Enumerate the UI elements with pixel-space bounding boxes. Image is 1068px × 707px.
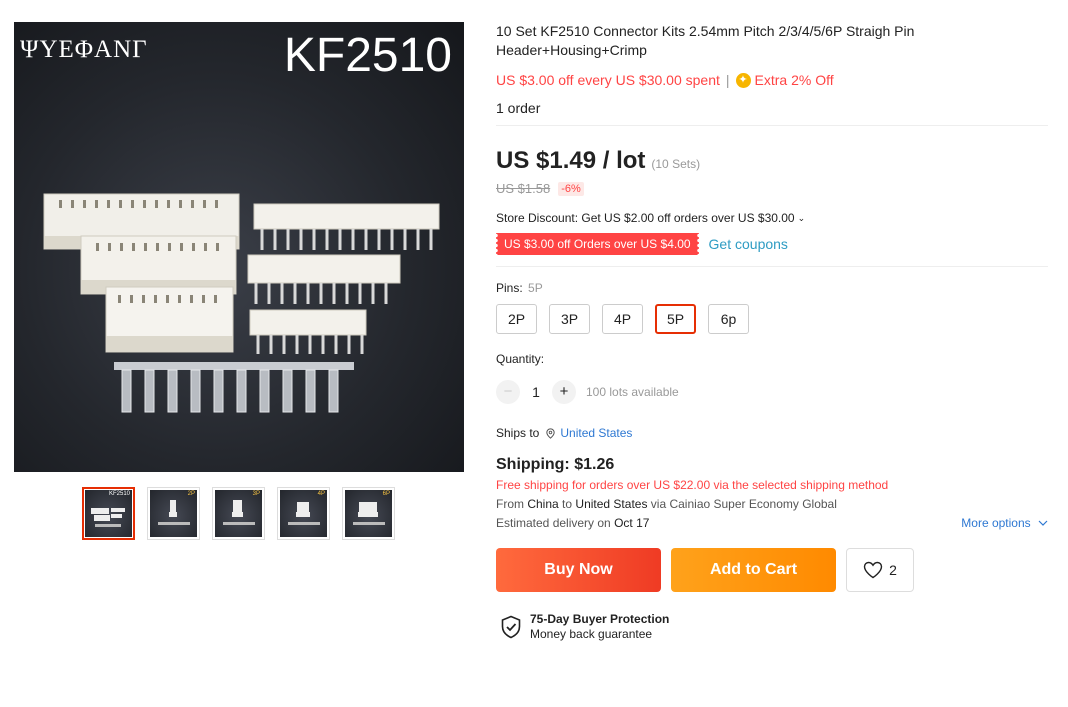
thumbnail-2[interactable]: 2P [147,487,200,540]
to-country: United States [575,497,648,511]
sku-label: Pins: [496,281,523,295]
sku-option-5p[interactable]: 5P [655,304,696,334]
promo-text[interactable]: US $3.00 off every US $30.00 spent [496,72,720,88]
promo-separator: | [725,72,730,88]
shipping-cost: Shipping: $1.26 [496,456,615,473]
more-options-label: More options [961,516,1031,530]
thumbnail-label: 6P [382,491,390,497]
get-coupons-link[interactable]: Get coupons [709,236,788,252]
quantity-value[interactable]: 1 [520,384,552,400]
sku-selected-value: 5P [528,281,543,295]
store-discount-text: Store Discount: Get US $2.00 off orders … [496,211,795,225]
sku-option-6p[interactable]: 6p [708,304,749,334]
sku-property-label: Pins: 5P [496,281,1048,295]
more-options-link[interactable]: More options [961,516,1048,530]
original-price-row: US $1.58 -6% [496,181,1048,196]
chevron-down-icon: ⌄ [797,212,806,223]
est-prefix: Estimated delivery on [496,516,611,530]
estimated-delivery: Estimated delivery on Oct 17 [496,516,649,530]
thumbnail-label: 3P [252,491,260,497]
original-price: US $1.58 [496,181,551,196]
sku-options: 2P 3P 4P 5P 6p [496,304,1048,334]
shipping-method: via Cainiao Super Economy Global [650,497,837,511]
discount-badge: -6% [558,181,584,196]
coupon-row: US $3.00 off Orders over US $4.00 Get co… [494,233,1048,267]
location-pin-icon [546,427,556,439]
from-country: China [527,497,559,511]
wishlist-count: 2 [889,562,897,578]
pin-header-1 [253,203,440,250]
current-price: US $1.49 / lot [496,147,646,174]
shield-check-icon [501,615,521,638]
stock-available: 100 lots available [586,385,679,399]
quantity-increase-button[interactable]: + [552,380,576,404]
buyer-protection: 75-Day Buyer Protection Money back guara… [500,612,1048,641]
price-row: US $1.49 / lot (10 Sets) [496,147,1048,175]
free-shipping-note: Free shipping for orders over US $22.00 … [496,478,889,492]
pin-header-2 [247,254,401,304]
price-unit-note: (10 Sets) [651,157,701,171]
thumbnail-strip: KF2510 2P 3P 4P 6P [82,487,395,540]
to-prefix: to [562,497,573,511]
thumbnail-4[interactable]: 4P [277,487,330,540]
thumbnail-label: 4P [317,491,325,497]
buy-now-button[interactable]: Buy Now [496,548,661,592]
crimp-terminals [114,362,354,413]
model-label: KF2510 [283,29,452,82]
brand-watermark: ΨYEΦANΓ [20,36,148,63]
product-info: 10 Set KF2510 Connector Kits 2.54mm Pitc… [494,22,1048,641]
buyer-protection-subtitle: Money back guarantee [530,627,653,641]
thumbnail-3[interactable]: 3P [212,487,265,540]
thumbnail-1[interactable]: KF2510 [82,487,135,540]
wishlist-button[interactable]: 2 [846,548,914,592]
sku-option-2p[interactable]: 2P [496,304,537,334]
est-date: Oct 17 [614,516,650,530]
main-product-image[interactable]: ΨYEΦANΓ KF2510 [14,22,464,472]
thumbnail-5[interactable]: 6P [342,487,395,540]
thumbnail-label: 2P [187,491,195,497]
coin-icon: ✦ [735,72,751,88]
ships-to-label: Ships to [496,426,540,440]
promo-line: US $3.00 off every US $30.00 spent | ✦ E… [496,72,1048,88]
coupon-badge[interactable]: US $3.00 off Orders over US $4.00 [494,233,701,255]
buyer-protection-title: 75-Day Buyer Protection [530,612,670,626]
sku-option-4p[interactable]: 4P [602,304,643,334]
thumbnail-label: KF2510 [108,491,130,497]
extra-off-text[interactable]: Extra 2% Off [755,72,834,88]
housing-small [105,286,234,353]
pin-header-3 [249,309,367,354]
from-prefix: From [496,497,524,511]
quantity-stepper: − 1 + 100 lots available [496,380,1048,404]
order-count: 1 order [496,100,1048,126]
connector-kit-illustration [43,193,440,413]
estimated-delivery-row: Estimated delivery on Oct 17 More option… [496,516,1048,530]
product-title: 10 Set KF2510 Connector Kits 2.54mm Pitc… [496,23,915,58]
store-discount[interactable]: Store Discount: Get US $2.00 off orders … [496,211,1048,225]
action-buttons: Buy Now Add to Cart 2 [496,548,1048,592]
ships-to-country[interactable]: United States [560,426,632,440]
buyer-protection-text: 75-Day Buyer Protection Money back guara… [530,612,669,641]
ships-to-row: Ships to United States [496,426,1048,440]
shipping-route: From China to United States via Cainiao … [496,497,1048,511]
sku-option-3p[interactable]: 3P [549,304,590,334]
quantity-label: Quantity: [496,352,545,366]
quantity-decrease-button[interactable]: − [496,380,520,404]
chevron-down-icon [1038,520,1048,526]
add-to-cart-button[interactable]: Add to Cart [671,548,836,592]
heart-icon [863,561,883,579]
